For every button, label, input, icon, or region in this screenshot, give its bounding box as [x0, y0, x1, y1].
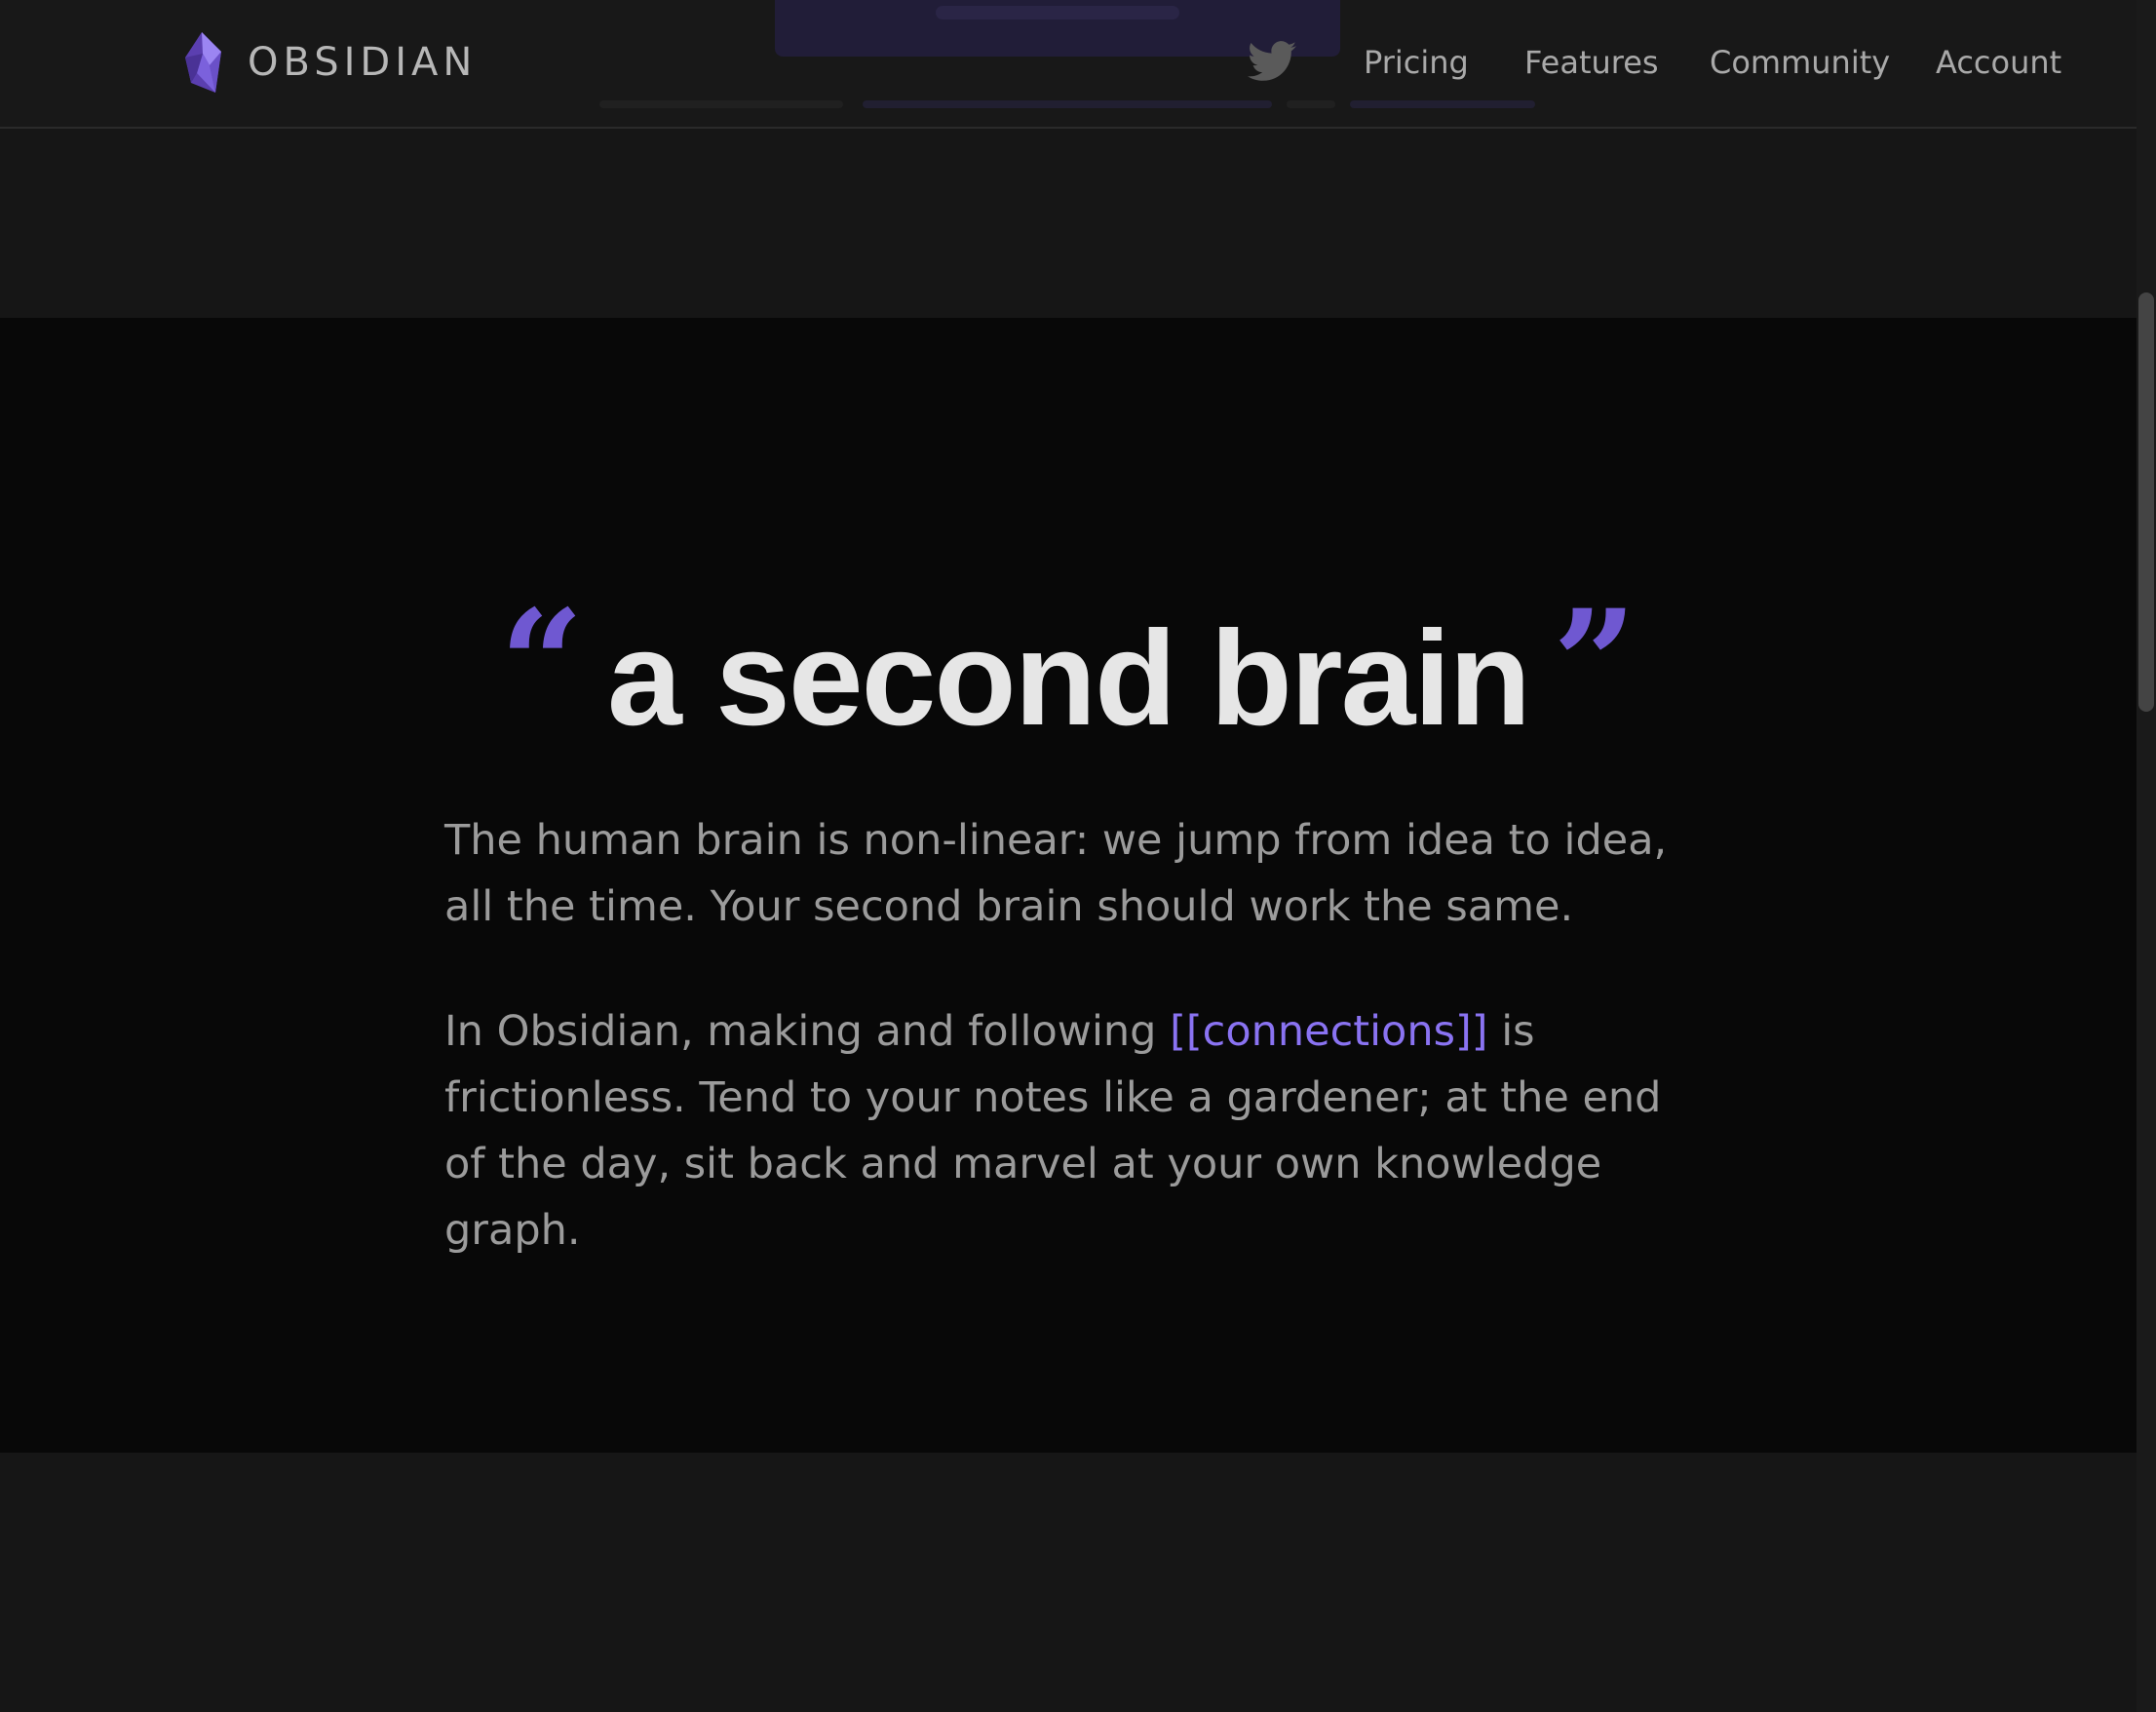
section-body: The human brain is non-linear: we jump f…	[444, 807, 1702, 1322]
nav-link-community[interactable]: Community	[1710, 44, 1890, 81]
faded-subtext	[599, 100, 843, 108]
nav-link-pricing[interactable]: Pricing	[1364, 44, 1469, 81]
faded-subtext	[1287, 100, 1335, 108]
brand-name: OBSIDIAN	[248, 40, 478, 85]
second-brain-section: “ a second brain ” The human brain is no…	[0, 318, 2137, 1453]
connections-link[interactable]: [[connections]]	[1170, 1007, 1487, 1056]
section-heading: “ a second brain ”	[0, 591, 2137, 757]
paragraph-nonlinear: The human brain is non-linear: we jump f…	[444, 816, 1668, 931]
faded-subtext-link	[1350, 100, 1535, 108]
paragraph-text: In Obsidian, making and following	[444, 1007, 1171, 1056]
scrollbar-thumb[interactable]	[2138, 292, 2154, 712]
close-quote-mark: ”	[1552, 578, 1637, 750]
paragraph-connections: In Obsidian, making and following [[conn…	[444, 998, 1702, 1264]
section-title: a second brain	[607, 603, 1531, 754]
faded-download-button-label	[936, 6, 1179, 19]
obsidian-crystal-icon	[185, 32, 224, 93]
site-logo[interactable]: OBSIDIAN	[185, 31, 477, 94]
nav-link-features[interactable]: Features	[1524, 44, 1659, 81]
site-header: OBSIDIAN Pricing Features Community Acco…	[0, 0, 2137, 129]
open-quote-mark: “	[499, 578, 585, 750]
faded-subtext-link	[863, 100, 1272, 108]
nav-link-account[interactable]: Account	[1936, 44, 2061, 81]
twitter-icon[interactable]	[1248, 41, 1296, 84]
page-scrollbar[interactable]	[2137, 0, 2156, 1712]
